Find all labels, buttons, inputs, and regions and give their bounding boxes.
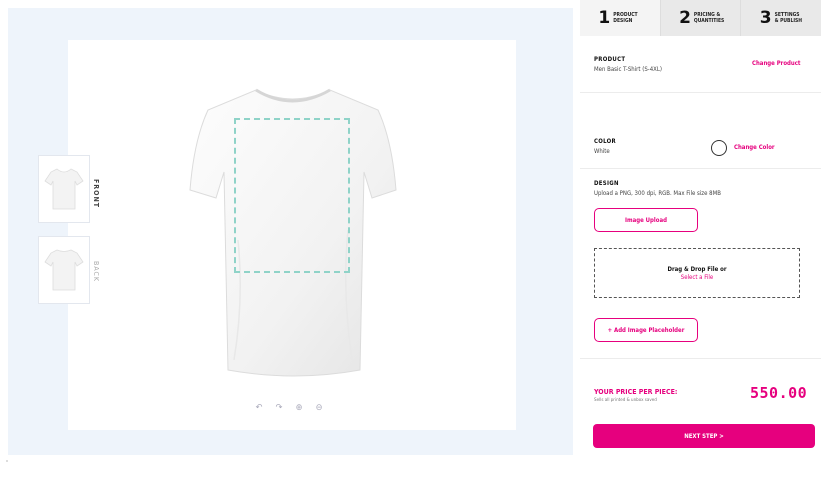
tab-number: 2 [679,8,691,28]
file-dropzone[interactable]: Drag & Drop File or Select a File [594,248,800,298]
price-value: 550.00 [750,384,808,402]
tshirt-thumb-icon [44,249,84,291]
canvas-tools: ↶ ↷ ⊕ ⊖ [254,403,324,413]
tab-product-design[interactable]: 1 PRODUCT DESIGN [580,0,660,36]
tab-pricing[interactable]: 2 PRICING & QUANTITIES [659,0,741,36]
zoom-in-icon[interactable]: ⊕ [294,403,304,413]
tab-number: 1 [598,8,611,28]
price-subtext: Sells all printed & unbox saved [594,398,657,403]
color-value: White [594,148,610,155]
tshirt-thumb-icon [44,168,84,210]
decor-dot [6,460,8,462]
tab-label: SETTINGS & PUBLISH [774,12,803,24]
tab-settings[interactable]: 3 SETTINGS & PUBLISH [740,0,821,36]
view-label-back: BACK [92,261,100,283]
view-thumb-back[interactable] [38,236,90,304]
product-value: Men Basic T-Shirt (S-4XL) [594,66,662,73]
tab-label: PRODUCT DESIGN [613,12,638,24]
image-upload-button[interactable]: Image Upload [594,208,698,232]
divider [580,168,821,169]
undo-icon[interactable]: ↶ [254,403,264,413]
dropzone-text: Drag & Drop File or [667,265,727,273]
tab-label: PRICING & QUANTITIES [693,12,725,24]
design-upload-hint: Upload a PNG, 300 dpi, RGB. Max File siz… [594,190,721,197]
view-label-front: FRONT [92,179,100,209]
design-label: DESIGN [594,180,619,187]
color-label: COLOR [594,138,617,145]
tab-number: 3 [759,8,772,28]
zoom-out-icon[interactable]: ⊖ [314,403,324,413]
next-step-button[interactable]: NEXT STEP > [593,424,815,448]
divider [580,92,821,93]
add-image-placeholder-button[interactable]: + Add Image Placeholder [594,318,698,342]
print-area[interactable] [234,118,350,273]
divider [580,358,821,359]
color-swatch[interactable] [711,140,727,156]
redo-icon[interactable]: ↷ [274,403,284,413]
view-thumb-front[interactable] [38,155,90,223]
step-tabs: 1 PRODUCT DESIGN 2 PRICING & QUANTITIES … [580,0,821,36]
change-product-link[interactable]: Change Product [752,60,801,67]
price-label: YOUR PRICE PER PIECE: [594,388,678,396]
design-panel: 1 PRODUCT DESIGN 2 PRICING & QUANTITIES … [580,0,821,495]
product-label: PRODUCT [594,56,626,63]
select-file-link[interactable]: Select a File [681,274,713,281]
change-color-link[interactable]: Change Color [734,144,775,151]
